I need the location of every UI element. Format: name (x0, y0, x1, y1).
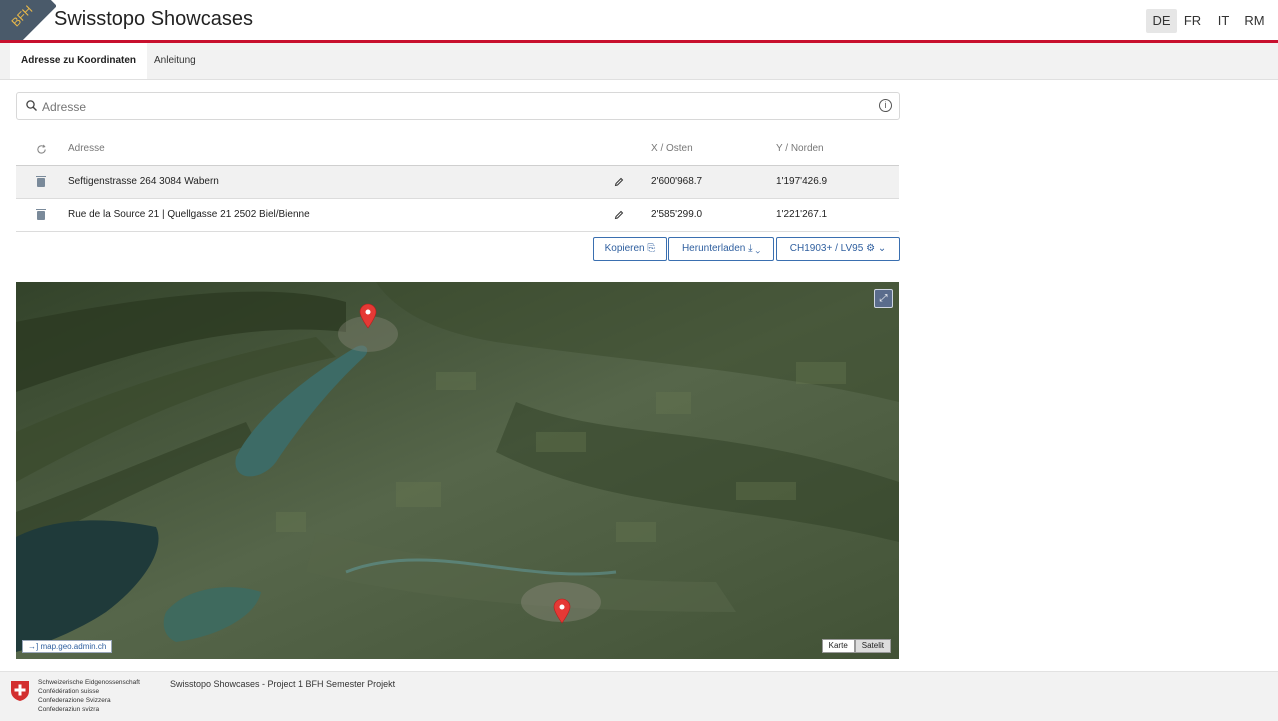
chevron-down-icon: ⌄ (877, 243, 887, 254)
map-link-label: map.geo.admin.ch (40, 642, 107, 651)
tab-adresse-zu-koordinaten[interactable]: Adresse zu Koordinaten (10, 43, 148, 79)
lang-it[interactable]: IT (1208, 9, 1239, 33)
satellite-imagery (16, 282, 899, 659)
gear-icon: ⚙ (866, 243, 876, 254)
header-address: Adresse (68, 143, 105, 154)
row-address: Rue de la Source 21 | Quellgasse 21 2502… (68, 209, 310, 220)
crs-select-button[interactable]: CH1903+ / LV95 ⚙ ⌄ (776, 237, 900, 261)
layer-satelit-button[interactable]: Satelit (854, 639, 891, 653)
table-header: Adresse X / Osten Y / Norden (16, 133, 899, 166)
pencil-icon[interactable] (612, 199, 626, 231)
trash-icon[interactable] (34, 166, 48, 198)
info-icon[interactable]: i (879, 99, 892, 112)
language-switcher: DE FR IT RM (1146, 9, 1270, 33)
chevron-down-icon: ⌄ (755, 243, 761, 254)
external-link-icon: →] (28, 642, 41, 651)
coordinates-table: Adresse X / Osten Y / Norden Seftigenstr… (16, 133, 899, 232)
header-x-osten: X / Osten (651, 143, 693, 154)
refresh-icon[interactable] (34, 133, 48, 165)
address-search: i (16, 92, 900, 120)
row-address: Seftigenstrasse 264 3084 Wabern (68, 176, 219, 187)
download-button[interactable]: Herunterladen ⤓ ⌄ (668, 237, 774, 261)
federation-names: Schweizerische Eidgenossenschaft Confédé… (38, 678, 140, 714)
map-marker-biel[interactable] (359, 303, 377, 329)
satellite-map[interactable]: ⤢ →] map.geo.admin.ch Karte Satelit (16, 282, 899, 659)
federation-fr: Confédération suisse (38, 688, 100, 695)
trash-icon[interactable] (34, 199, 48, 231)
copy-button[interactable]: Kopieren ⎘ (593, 237, 667, 261)
crs-label: CH1903+ / LV95 (789, 243, 864, 254)
clipboard-icon: ⎘ (647, 243, 656, 254)
row-y: 1'197'426.9 (776, 176, 828, 187)
download-button-label: Herunterladen (681, 243, 746, 254)
footer: Schweizerische Eidgenossenschaft Confédé… (0, 671, 1278, 721)
tab-bar: Adresse zu Koordinaten Anleitung (0, 43, 1278, 80)
lang-rm[interactable]: RM (1239, 9, 1270, 33)
federation-it: Confederazione Svizzera (38, 697, 111, 704)
app-header: BFH Swisstopo Showcases DE FR IT RM (0, 0, 1278, 43)
row-x: 2'585'299.0 (651, 209, 703, 220)
fullscreen-icon[interactable]: ⤢ (874, 289, 893, 308)
federation-rm: Confederaziun svizra (38, 706, 100, 713)
lang-de[interactable]: DE (1146, 9, 1177, 33)
table-row[interactable]: Seftigenstrasse 264 3084 Wabern 2'600'96… (16, 166, 899, 199)
copy-button-label: Kopieren (604, 243, 645, 254)
address-search-input[interactable] (40, 96, 864, 118)
table-row[interactable]: Rue de la Source 21 | Quellgasse 21 2502… (16, 199, 899, 232)
bfh-logo[interactable]: BFH (0, 0, 56, 40)
header-y-norden: Y / Norden (776, 143, 824, 154)
swiss-coat-of-arms-icon (11, 681, 29, 701)
row-y: 1'221'267.1 (776, 209, 828, 220)
layer-karte-button[interactable]: Karte (821, 639, 855, 653)
row-x: 2'600'968.7 (651, 176, 703, 187)
lang-fr[interactable]: FR (1177, 9, 1208, 33)
map-marker-wabern[interactable] (553, 598, 571, 624)
app-title: Swisstopo Showcases (54, 8, 253, 30)
map-layer-toggle: Karte Satelit (821, 639, 891, 653)
map-geo-admin-link[interactable]: →] map.geo.admin.ch (22, 640, 113, 653)
tab-anleitung[interactable]: Anleitung (143, 43, 207, 79)
footer-text: Swisstopo Showcases - Project 1 BFH Seme… (170, 679, 396, 689)
search-icon (26, 100, 37, 111)
pencil-icon[interactable] (612, 166, 626, 198)
download-icon: ⤓ (748, 243, 753, 254)
federation-de: Schweizerische Eidgenossenschaft (38, 679, 140, 686)
